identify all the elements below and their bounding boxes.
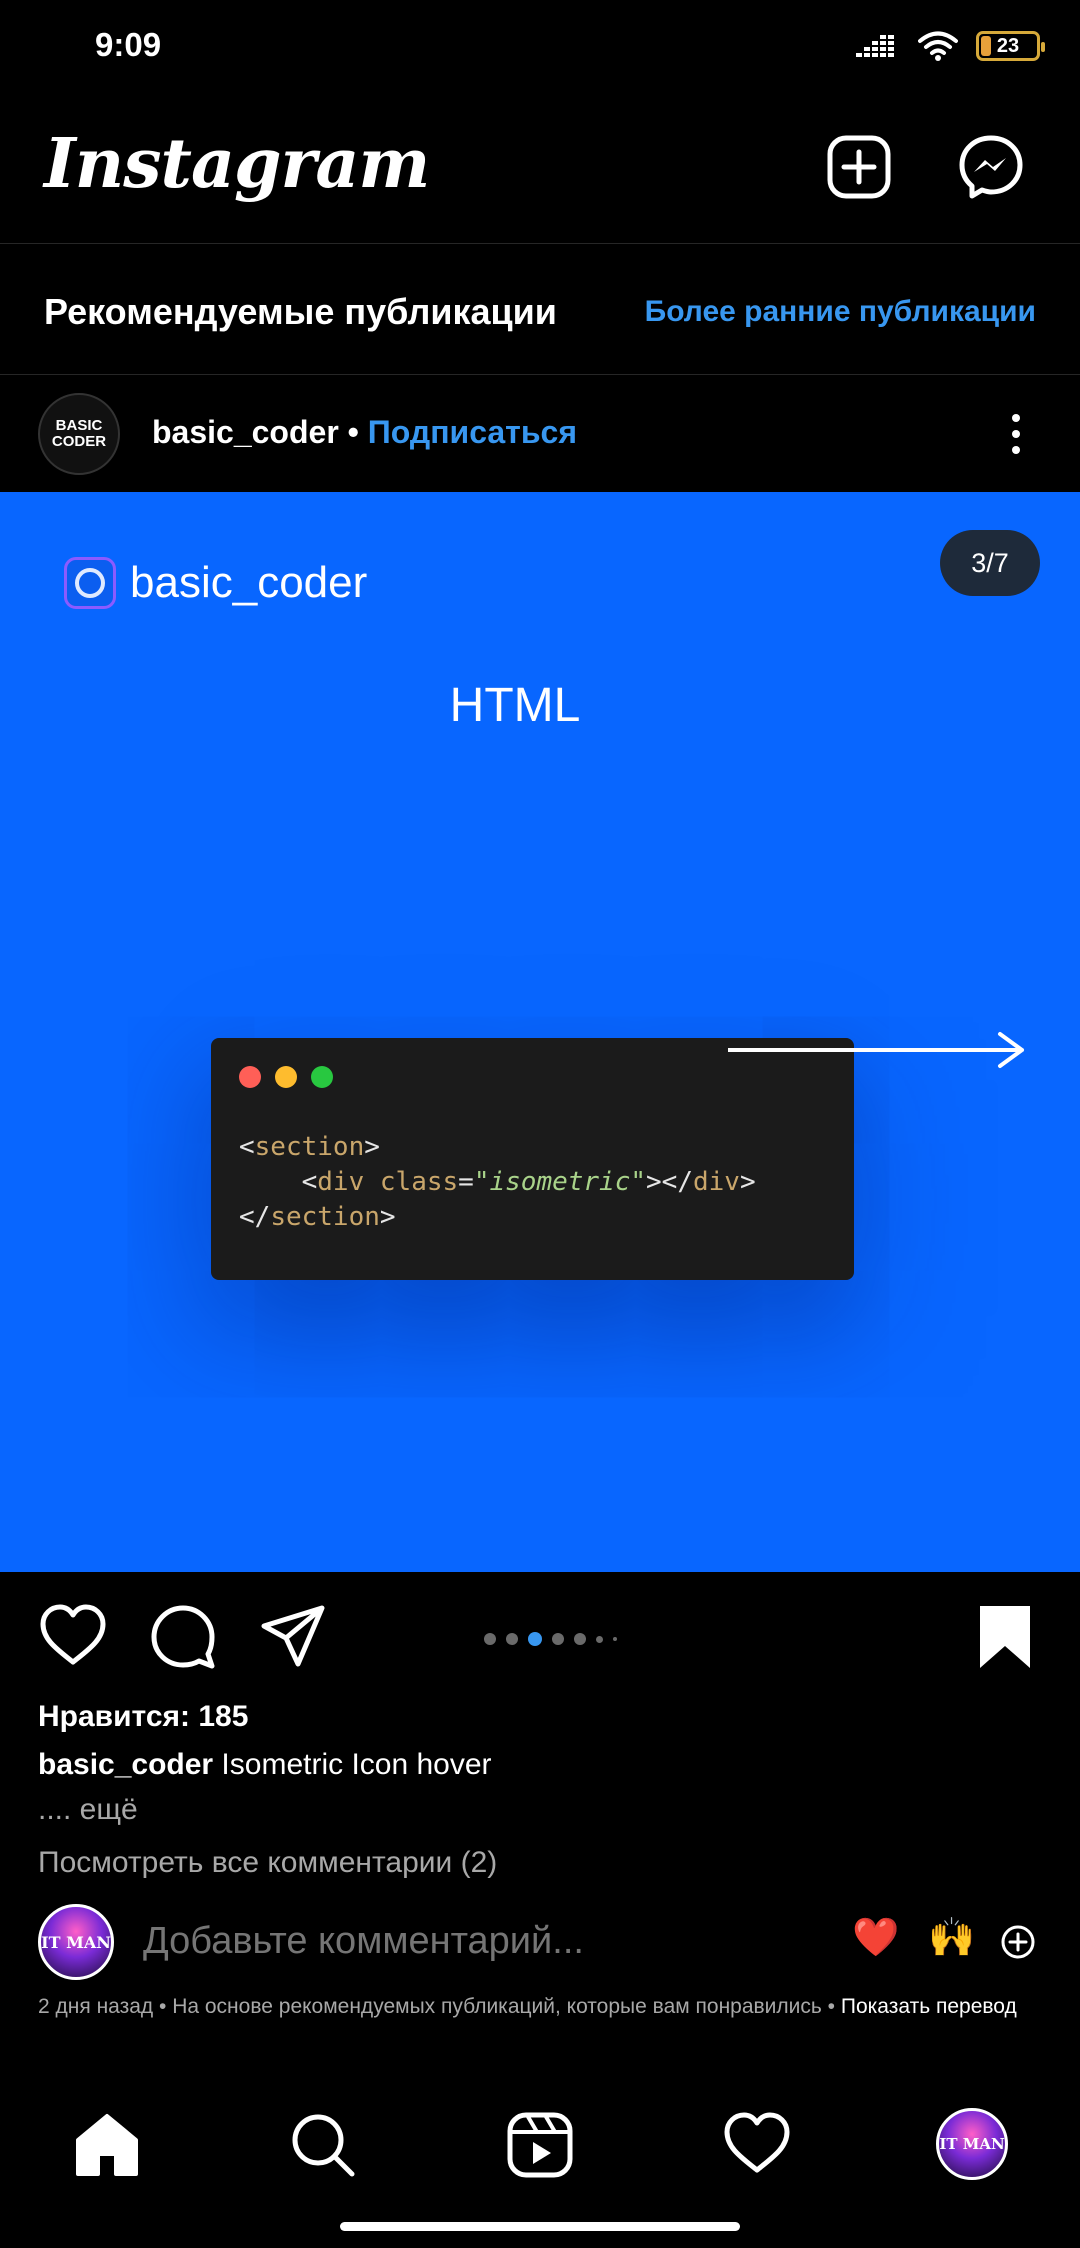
pager-dot-active: [528, 1632, 542, 1646]
search-icon: [292, 2114, 355, 2177]
save-button[interactable]: [970, 1602, 1040, 1672]
slide-brand: basic_coder: [64, 557, 367, 609]
comment-input[interactable]: [143, 1920, 843, 1963]
slide-title: HTML: [449, 679, 581, 732]
signal-icon: [856, 35, 894, 57]
code-window: <section> <div class="isometric"></div> …: [211, 1038, 854, 1280]
add-comment-row: IT MAN ❤️ 🙌: [0, 1900, 1080, 1984]
battery-indicator: 23: [976, 31, 1045, 61]
reels-icon: [507, 2112, 573, 2178]
user-avatar: IT MAN: [38, 1904, 114, 1980]
nav-reels[interactable]: [505, 2110, 575, 2180]
post-actions: [0, 1572, 1080, 1694]
instagram-logo[interactable]: Instagram: [44, 124, 430, 204]
heart-emoji-button[interactable]: ❤️: [852, 1916, 899, 1960]
post-header: BASIC CODER basic_coder • Подписаться: [0, 376, 1080, 492]
home-icon: [76, 2114, 138, 2176]
view-comments-link[interactable]: Посмотреть все комментарии (2): [38, 1846, 497, 1880]
wifi-icon: [918, 31, 958, 61]
pager-dot: [484, 1633, 496, 1645]
status-bar: 9:09 23: [0, 0, 1080, 96]
pager-dot: [574, 1633, 586, 1645]
maximize-dot-icon: [311, 1066, 333, 1088]
instagram-glyph-icon: [64, 557, 116, 609]
close-dot-icon: [239, 1066, 261, 1088]
caption-text: Isometric Icon hover: [213, 1748, 492, 1781]
app-header: Instagram: [0, 96, 1080, 244]
follow-button[interactable]: Подписаться: [368, 414, 577, 450]
like-button[interactable]: [38, 1602, 108, 1672]
pager-dot: [552, 1633, 564, 1645]
code-snippet: <section> <div class="isometric"></div> …: [239, 1132, 756, 1232]
status-icons: 23: [856, 30, 1045, 62]
send-icon: [261, 1605, 325, 1667]
comment-button[interactable]: [148, 1602, 218, 1672]
minimize-dot-icon: [275, 1066, 297, 1088]
new-post-icon: [827, 135, 891, 199]
battery-level: 23: [996, 34, 1020, 57]
caption-more-link[interactable]: .... ещё: [38, 1793, 138, 1827]
post-meta-text: 2 дня назад • На основе рекомендуемых пу…: [38, 1995, 841, 2018]
older-posts-link[interactable]: Более ранние публикации: [645, 295, 1036, 329]
nav-profile-avatar[interactable]: IT MAN: [936, 2108, 1008, 2180]
pager-dot: [613, 1637, 617, 1641]
section-title: Рекомендуемые публикации: [44, 291, 557, 332]
pager-dot: [596, 1635, 603, 1643]
post-meta: 2 дня назад • На основе рекомендуемых пу…: [38, 1994, 1048, 2020]
separator-dot: •: [347, 414, 359, 450]
nav-search[interactable]: [288, 2110, 358, 2180]
post-username[interactable]: basic_coder: [152, 414, 339, 450]
post-options-button[interactable]: [988, 406, 1044, 462]
nav-home[interactable]: [72, 2110, 142, 2180]
new-post-button[interactable]: [826, 134, 892, 200]
comment-icon: [151, 1605, 215, 1669]
activity-heart-icon: [724, 2112, 790, 2173]
post-user-line: basic_coder • Подписаться: [152, 414, 577, 451]
suggested-posts-header: Рекомендуемые публикации Более ранние пу…: [0, 245, 1080, 375]
bottom-navigation: IT MAN: [0, 2080, 1080, 2200]
messenger-button[interactable]: [958, 134, 1024, 200]
messenger-icon: [959, 135, 1023, 199]
slide-counter: 3/7: [940, 530, 1040, 596]
more-options-icon: [1012, 414, 1020, 422]
raised-hands-emoji-button[interactable]: 🙌: [928, 1916, 975, 1960]
bookmark-filled-icon: [980, 1606, 1030, 1668]
slide-brand-text: basic_coder: [130, 558, 368, 607]
post-media[interactable]: basic_coder 3/7 HTML <section> <div clas…: [0, 492, 1080, 1572]
show-translation-link[interactable]: Показать перевод: [841, 1995, 1017, 2018]
carousel-pager: [484, 1632, 617, 1646]
home-indicator[interactable]: [340, 2222, 740, 2231]
pager-dot: [506, 1633, 518, 1645]
next-arrow-icon: [728, 1032, 1024, 1068]
avatar-text-line2: CODER: [51, 433, 107, 450]
likes-count[interactable]: Нравится: 185: [38, 1700, 248, 1734]
caption: basic_coder Isometric Icon hover: [38, 1748, 492, 1782]
caption-username[interactable]: basic_coder: [38, 1748, 213, 1781]
heart-icon: [40, 1604, 106, 1665]
share-button[interactable]: [258, 1602, 328, 1672]
avatar-text-line1: BASIC: [55, 417, 103, 434]
post-avatar[interactable]: BASIC CODER: [38, 393, 120, 475]
status-time: 9:09: [95, 26, 162, 63]
add-emoji-icon[interactable]: [1000, 1924, 1036, 1960]
nav-activity[interactable]: [722, 2110, 792, 2180]
